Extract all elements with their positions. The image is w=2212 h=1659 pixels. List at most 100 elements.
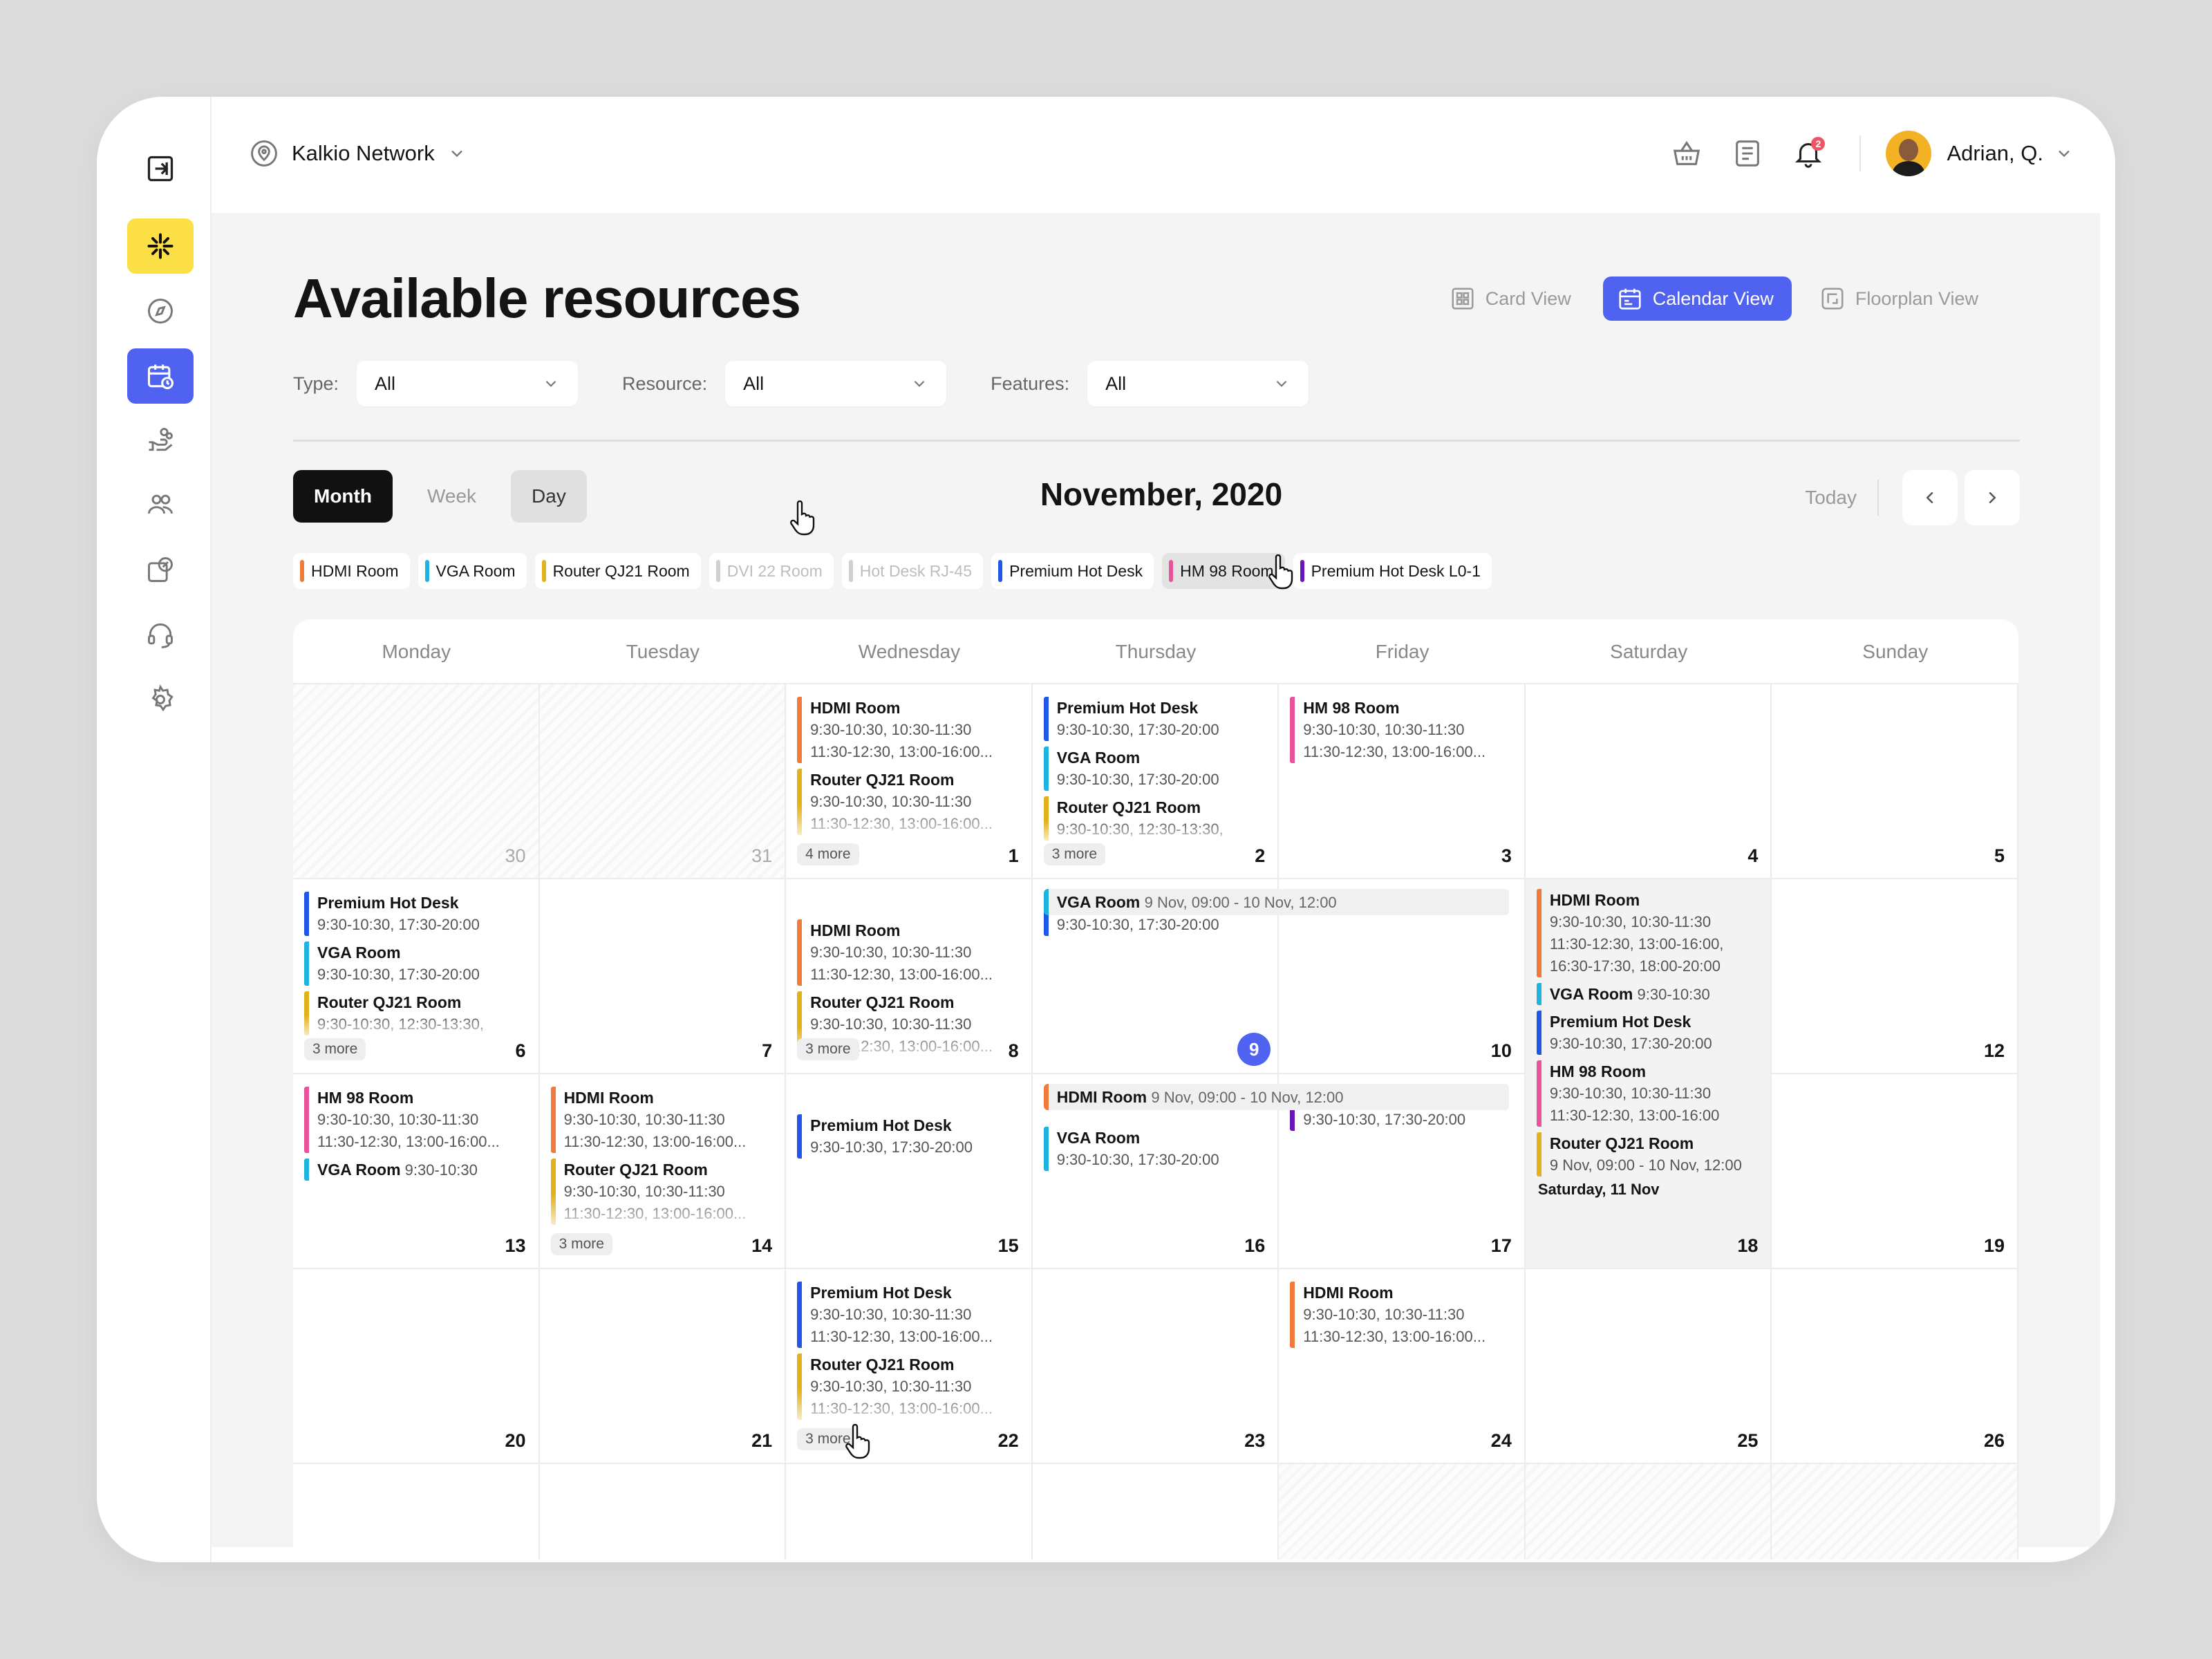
day-cell[interactable]: 21 (539, 1269, 787, 1464)
calendar-view-button[interactable]: Calendar View (1602, 276, 1792, 321)
day-cell[interactable]: 26 (1772, 1269, 2018, 1464)
event-hm-98-room[interactable]: HM 98 Room 9:30-10:30, 10:30-11:30 11:30-1… (304, 1087, 530, 1153)
day-cell[interactable]: 25 (1525, 1269, 1772, 1464)
day-cell[interactable]: Premium Hot Desk 9:30-10:30, 17:30-20:00 V… (1032, 684, 1280, 879)
event-hm-98-room[interactable]: HM 98 Room 9:30-10:30, 10:30-11:30 11:30-1… (1290, 697, 1516, 763)
event-router-qj21-room[interactable]: Router QJ21 Room 9:30-10:30, 10:30-11:30 1… (797, 1353, 1023, 1420)
day-cell[interactable]: 7 (539, 879, 787, 1074)
compass-icon[interactable] (127, 283, 194, 339)
event-premium-hot-desk[interactable]: Premium Hot Desk 9:30-10:30, 17:30-20:00 (797, 1114, 1023, 1159)
event-router-qj21-room[interactable]: Router QJ21 Room 9:30-10:30, 10:30-11:30 1… (550, 1159, 777, 1225)
tab-month[interactable]: Month (293, 470, 393, 523)
day-cell[interactable] (540, 1464, 787, 1559)
day-cell[interactable]: HDMI Room 9:30-10:30, 10:30-11:30 11:30-12… (786, 879, 1033, 1074)
discount-icon[interactable] (127, 542, 194, 597)
event-hdmi-room[interactable]: HDMI Room 9:30-10:30, 10:30-11:30 11:30-12… (797, 919, 1023, 986)
day-cell[interactable] (1279, 1464, 1526, 1559)
event-hdmi-room[interactable]: HDMI Room 9:30-10:30, 10:30-11:30 11:30-12… (550, 1087, 777, 1153)
event-hdmi-room[interactable]: HDMI Room 9:30-10:30, 10:30-11:30 11:30-12… (1290, 1282, 1516, 1348)
day-cell[interactable]: HDMI Room 9:30-10:30, 10:30-11:30 11:30-12… (786, 684, 1033, 879)
day-cell[interactable]: HM 98 Room 9:30-10:30, 10:30-11:30 11:30-1… (1279, 684, 1526, 879)
event-vga-room[interactable]: VGA Room 9:30-10:30 (304, 1159, 530, 1181)
previous-month-button[interactable] (1902, 470, 1958, 525)
bell-icon[interactable]: 2 (1788, 133, 1829, 174)
day-cell[interactable]: Premium Hot Desk 9:30-10:30, 17:30-20:00 1… (786, 1074, 1033, 1269)
type-filter-select[interactable]: All (357, 361, 579, 406)
users-icon[interactable] (127, 477, 194, 532)
day-cell[interactable] (293, 1464, 540, 1559)
more-events-button[interactable]: 4 more (797, 843, 859, 865)
hand-coins-icon[interactable] (127, 412, 194, 467)
day-cell[interactable] (786, 1464, 1033, 1559)
event-premium-hot-desk[interactable]: Premium Hot Desk 9:30-10:30, 17:30-20:00 (1043, 697, 1270, 741)
day-cell[interactable]: 19 (1772, 1074, 2018, 1269)
event-router-qj21-room[interactable]: Router QJ21 Room 9 Nov, 09:00 - 10 Nov, 1… (1536, 1132, 1763, 1177)
event-premium-hot-desk[interactable]: Premium Hot Desk 9:30-10:30, 17:30-20:00 (1536, 1011, 1763, 1055)
today-button[interactable]: Today (1805, 487, 1857, 509)
more-events-button[interactable]: 3 more (550, 1233, 612, 1255)
spanning-event-hdmi-room[interactable]: HDMI Room 9 Nov, 09:00 - 10 Nov, 12:00 (1043, 1084, 1509, 1110)
day-cell[interactable]: Premium Hot Desk 9:30-10:30, 10:30-11:30 1… (786, 1269, 1033, 1464)
features-filter-select[interactable]: All (1087, 361, 1309, 406)
day-cell[interactable] (1525, 1464, 1772, 1559)
event-vga-room[interactable]: VGA Room 9:30-10:30, 17:30-20:00 (304, 941, 530, 986)
day-cell[interactable] (1772, 1464, 2018, 1559)
basket-icon[interactable] (1666, 133, 1707, 174)
day-cell[interactable]: 4 (1525, 684, 1772, 879)
resource-chip-dvi-22-room[interactable]: DVI 22 Room (709, 553, 834, 589)
expand-sidebar-icon[interactable] (127, 141, 194, 196)
calendar-clock-icon[interactable] (127, 348, 194, 404)
day-cell[interactable]: HDMI Room 9:30-10:30, 10:30-11:30 11:30-12… (1279, 1269, 1526, 1464)
resource-filter-select[interactable]: All (725, 361, 947, 406)
resource-chip-hm-98-room[interactable]: HM 98 Room (1162, 553, 1285, 589)
event-title: VGA Room 9:30-10:30 (317, 1159, 530, 1181)
event-premium-hot-desk[interactable]: Premium Hot Desk 9:30-10:30, 17:30-20:00 (304, 892, 530, 936)
event-router-qj21-room[interactable]: Router QJ21 Room 9:30-10:30, 12:30-13:30, (304, 991, 530, 1035)
resource-chip-router-qj21-room[interactable]: Router QJ21 Room (534, 553, 701, 589)
event-hdmi-room[interactable]: HDMI Room 9:30-10:30, 10:30-11:30 11:30-12… (1536, 889, 1763, 977)
list-icon[interactable] (1727, 133, 1768, 174)
day-cell[interactable]: 5 (1772, 684, 2018, 879)
gear-icon[interactable] (127, 672, 194, 727)
headset-icon[interactable] (127, 607, 194, 662)
event-hdmi-room[interactable]: HDMI Room 9:30-10:30, 10:30-11:30 11:30-12… (797, 697, 1023, 763)
resource-chip-premium-hot-desk-l0-1[interactable]: Premium Hot Desk L0-1 (1293, 553, 1492, 589)
more-events-button[interactable]: 3 more (1043, 843, 1106, 865)
resource-chip-hdmi-room[interactable]: HDMI Room (293, 553, 410, 589)
expanded-day-popover[interactable]: HDMI Room 9:30-10:30, 10:30-11:30 11:30-12… (1525, 879, 1772, 1219)
card-view-button[interactable]: Card View (1436, 276, 1589, 321)
day-cell[interactable]: 31 (539, 684, 787, 879)
event-vga-room[interactable]: VGA Room 9:30-10:30 (1536, 983, 1763, 1005)
resource-chip-vga-room[interactable]: VGA Room (418, 553, 527, 589)
logo-icon[interactable] (127, 218, 194, 274)
day-cell[interactable]: HM 98 Room 9:30-10:30, 10:30-11:30 11:30-1… (293, 1074, 540, 1269)
day-cell[interactable] (1033, 1464, 1280, 1559)
floorplan-view-button[interactable]: Floorplan View (1806, 276, 1996, 321)
tab-day[interactable]: Day (511, 470, 587, 523)
day-cell[interactable]: HDMI Room 9:30-10:30, 10:30-11:30 11:30-12… (539, 1074, 787, 1269)
user-name[interactable]: Adrian, Q. (1947, 141, 2043, 166)
chevron-down-icon[interactable] (2054, 144, 2074, 163)
spanning-event-vga-room[interactable]: VGA Room 9 Nov, 09:00 - 10 Nov, 12:00 (1043, 889, 1509, 915)
resource-chip-hot-desk-rj-45[interactable]: Hot Desk RJ-45 (841, 553, 984, 589)
event-router-qj21-room[interactable]: Router QJ21 Room 9:30-10:30, 12:30-13:30, (1043, 796, 1270, 841)
next-month-button[interactable] (1965, 470, 2020, 525)
day-cell[interactable]: 23 (1032, 1269, 1280, 1464)
workspace-selector[interactable]: Kalkio Network (249, 133, 467, 174)
avatar[interactable] (1886, 131, 1932, 176)
day-cell[interactable]: 12 (1772, 879, 2018, 1074)
day-cell[interactable]: Premium Hot Desk 9:30-10:30, 17:30-20:00 V… (293, 879, 540, 1074)
event-premium-hot-desk[interactable]: Premium Hot Desk 9:30-10:30, 10:30-11:30 1… (797, 1282, 1023, 1348)
day-cell[interactable]: 20 (293, 1269, 540, 1464)
more-events-button[interactable]: 3 more (797, 1038, 859, 1060)
resource-chip-label: Premium Hot Desk L0-1 (1311, 561, 1481, 580)
resource-chip-premium-hot-desk[interactable]: Premium Hot Desk (991, 553, 1154, 589)
event-vga-room[interactable]: VGA Room 9:30-10:30, 17:30-20:00 (1043, 1127, 1270, 1171)
event-router-qj21-room[interactable]: Router QJ21 Room 9:30-10:30, 10:30-11:30 1… (797, 769, 1023, 835)
event-vga-room[interactable]: VGA Room 9:30-10:30, 17:30-20:00 (1043, 747, 1270, 791)
more-events-button[interactable]: 3 more (304, 1038, 366, 1060)
event-time: 9:30-10:30, 10:30-11:30 (810, 721, 972, 738)
day-cell[interactable]: 30 (293, 684, 540, 879)
event-hm-98-room[interactable]: HM 98 Room 9:30-10:30, 10:30-11:30 11:30-1… (1536, 1060, 1763, 1127)
tab-week[interactable]: Week (406, 470, 497, 523)
